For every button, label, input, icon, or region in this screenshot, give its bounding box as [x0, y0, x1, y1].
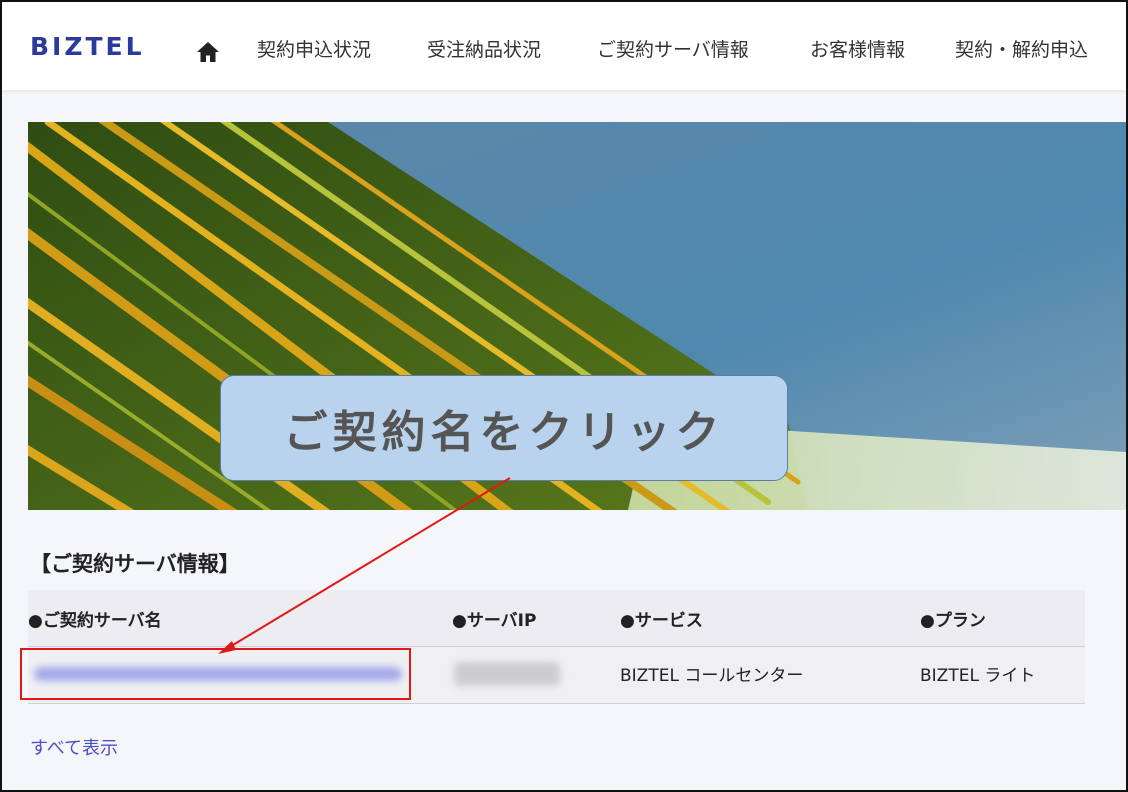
nav-contract-cancel-application[interactable]: 契約・解約申込: [955, 35, 1088, 62]
highlight-box: [20, 648, 411, 700]
nav-customer-info[interactable]: お客様情報: [810, 35, 905, 62]
section-title: 【ご契約サーバ情報】: [30, 552, 240, 576]
top-navigation-bar: BIZTEL 契約申込状況 受注納品状況 ご契約サーバ情報 お客様情報 契約・解…: [2, 2, 1126, 90]
server-ip-value: [454, 662, 560, 686]
biztel-logo[interactable]: BIZTEL: [30, 32, 145, 61]
nav-contract-application-status[interactable]: 契約申込状況: [257, 35, 371, 62]
nav-contract-server-info[interactable]: ご契約サーバ情報: [597, 35, 749, 62]
nav-order-delivery-status[interactable]: 受注納品状況: [427, 35, 541, 62]
column-header-service: ●サービス: [620, 611, 703, 631]
server-table-header: ●ご契約サーバ名 ●サーバIP ●サービス ●プラン: [28, 590, 1085, 647]
column-header-server-ip: ●サーバIP: [452, 611, 537, 631]
column-header-server-name: ●ご契約サーバ名: [28, 611, 162, 631]
home-icon[interactable]: [196, 40, 220, 64]
plan-cell: BIZTEL ライト: [920, 666, 1036, 686]
service-cell: BIZTEL コールセンター: [620, 666, 804, 686]
show-all-link[interactable]: すべて表示: [30, 734, 118, 760]
instruction-callout: ご契約名をクリック: [220, 375, 788, 481]
callout-text: ご契約名をクリック: [283, 407, 725, 458]
column-header-plan: ●プラン: [920, 611, 986, 631]
